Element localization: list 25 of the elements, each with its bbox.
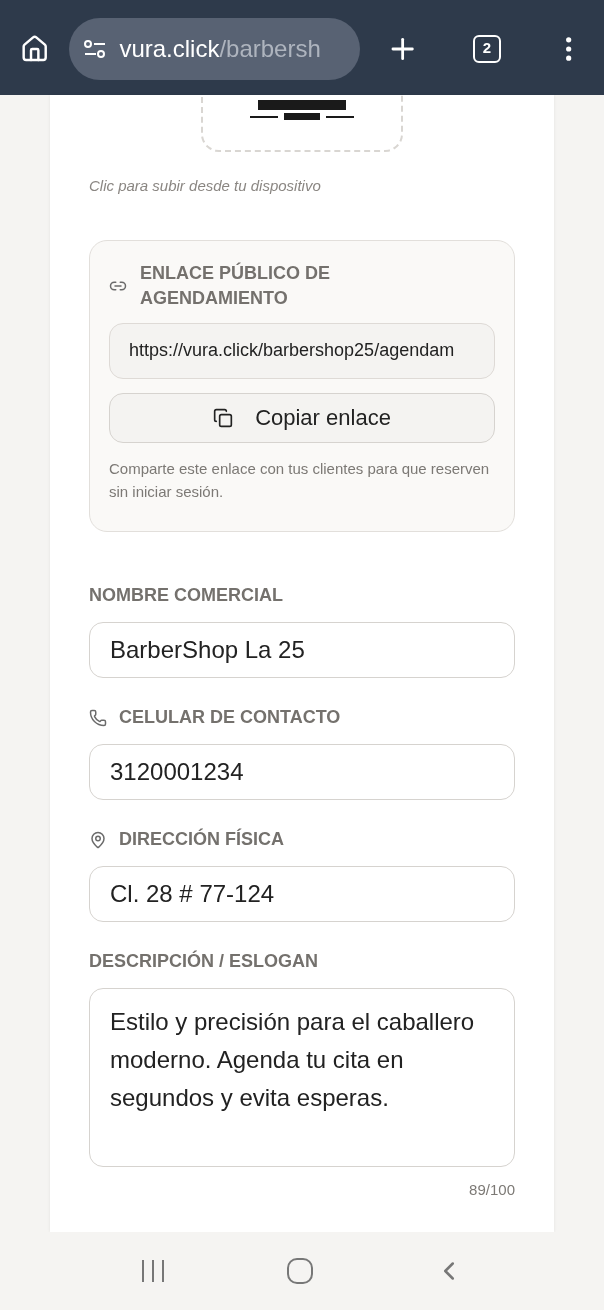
location-pin-icon bbox=[89, 830, 107, 849]
phone-icon bbox=[89, 708, 107, 727]
copy-link-button[interactable]: Copiar enlace bbox=[109, 392, 495, 443]
field-label: NOMBRE COMERCIAL bbox=[89, 584, 283, 607]
upload-caption: Clic para subir desde tu dispositivo bbox=[89, 176, 322, 196]
copy-icon bbox=[213, 407, 234, 428]
input-field[interactable]: BarberShop La 25 bbox=[89, 621, 515, 678]
character-counter: 89/100 bbox=[469, 1179, 515, 1200]
link-help-text: Comparte este enlace con tus clientes para que reserven sin iniciar sesión. bbox=[109, 458, 491, 502]
home-icon[interactable] bbox=[20, 33, 50, 64]
field-label: DIRECCIÓN FÍSICA bbox=[119, 827, 284, 851]
recent-apps-icon[interactable] bbox=[140, 1259, 167, 1283]
address-bar[interactable]: vura.click/barbersh bbox=[69, 17, 360, 80]
field-label: DESCRIPCIÓN / ESLOGAN bbox=[89, 949, 319, 973]
tab-count[interactable]: 2 bbox=[473, 34, 501, 63]
link-url: https://vura.click/barbershop25/agendam bbox=[129, 339, 455, 362]
home-button-icon[interactable] bbox=[287, 1258, 313, 1284]
description-field[interactable]: Estilo y precisión para el caballero moderno. Agenda tu cita en segundos y evita esperas. bbox=[89, 987, 515, 1167]
input-field[interactable]: Cl. 28 # 77-124 bbox=[89, 865, 515, 922]
link-section-title: ENLACE PÚBLICO DE AGENDAMIENTO bbox=[140, 261, 331, 310]
public-link-field[interactable]: https://vura.click/barbershop25/agendam bbox=[109, 322, 495, 379]
url-text: vura.click/barbersh bbox=[119, 33, 321, 64]
site-settings-icon bbox=[83, 38, 108, 59]
input-field[interactable]: 3120001234 bbox=[89, 743, 515, 800]
field-label: CELULAR DE CONTACTO bbox=[119, 706, 341, 729]
